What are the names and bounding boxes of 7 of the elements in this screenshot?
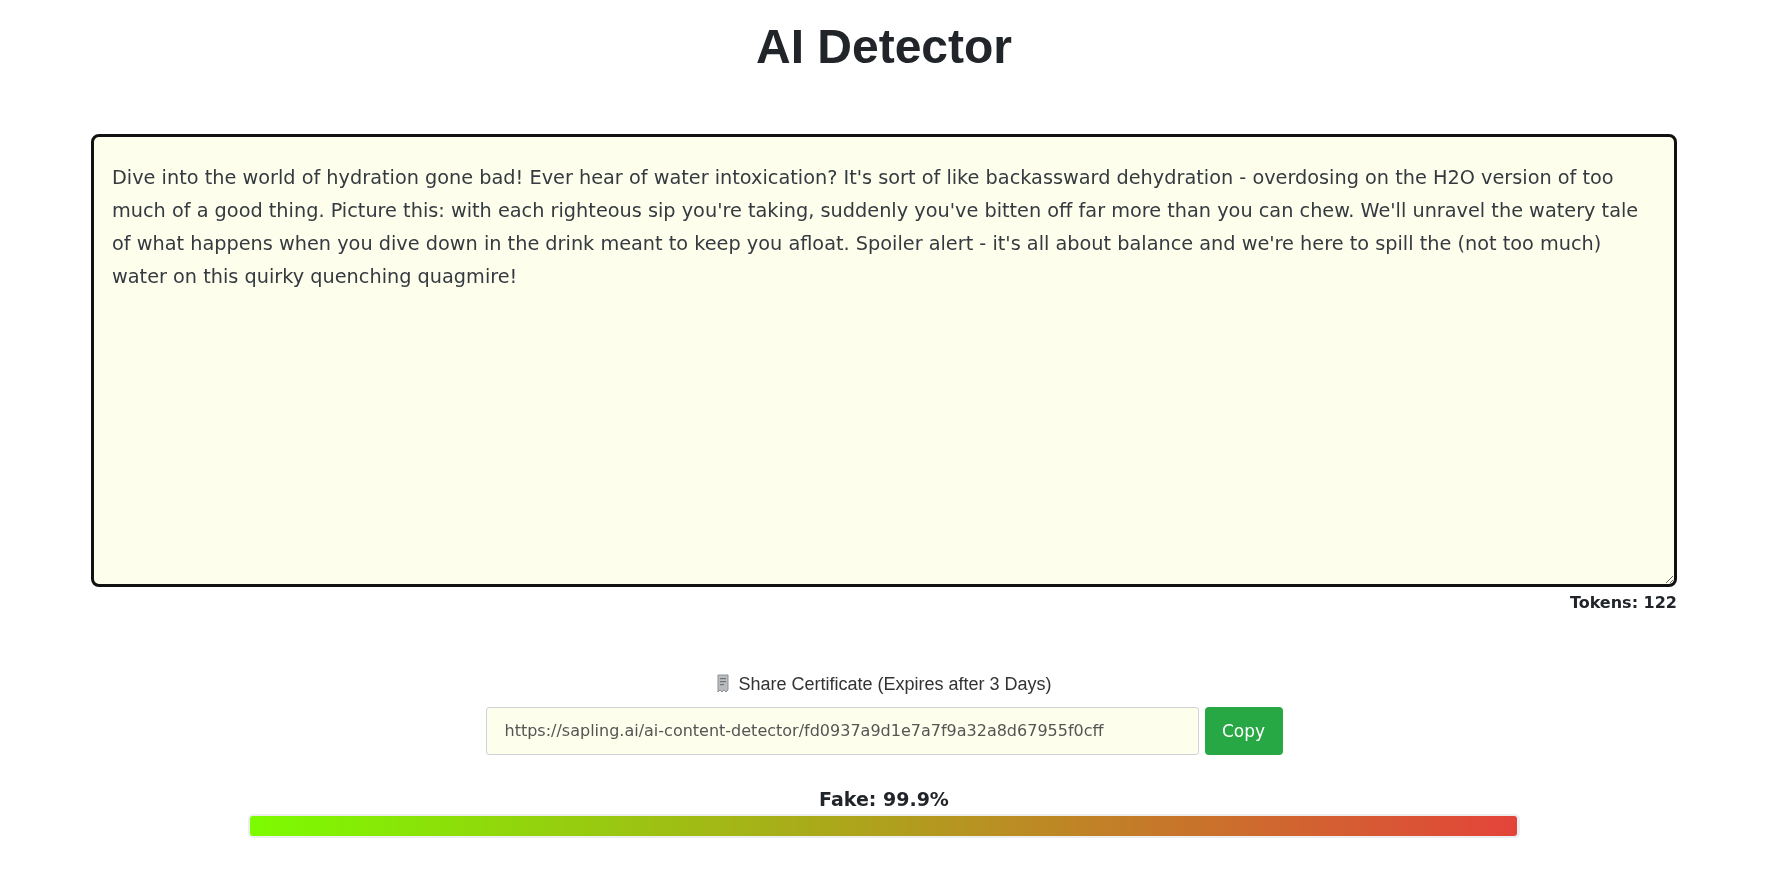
token-count: Tokens: 122 — [1569, 592, 1677, 613]
receipt-icon — [716, 673, 731, 694]
share-certificate-label: Share Certificate (Expires after 3 Days) — [738, 672, 1052, 695]
text-input-field[interactable]: Dive into the world of hydration gone bad! Ever hear of water intoxication? It's sort of like backassward dehydration - overdosing on the H2O version of too much of a good thing. Picture this: with each righteous sip you're taking, suddenly you've bitten off far more than you can chew. We'll unravel the watery tale of what happens when you dive down in the drink meant to keep you afloat. Spoiler alert - it's all about balance and we're here to spill the (not too much) water on this quirky quenching quagmire! — [91, 133, 1677, 587]
result-label: Fake: 99.9% — [819, 786, 949, 811]
share-url-field[interactable]: https://sapling.ai/ai-content-detector/fd0937a9d1e7a7f9a32a8d67955f0cff — [485, 706, 1199, 755]
page-title: AI Detector — [755, 19, 1013, 75]
